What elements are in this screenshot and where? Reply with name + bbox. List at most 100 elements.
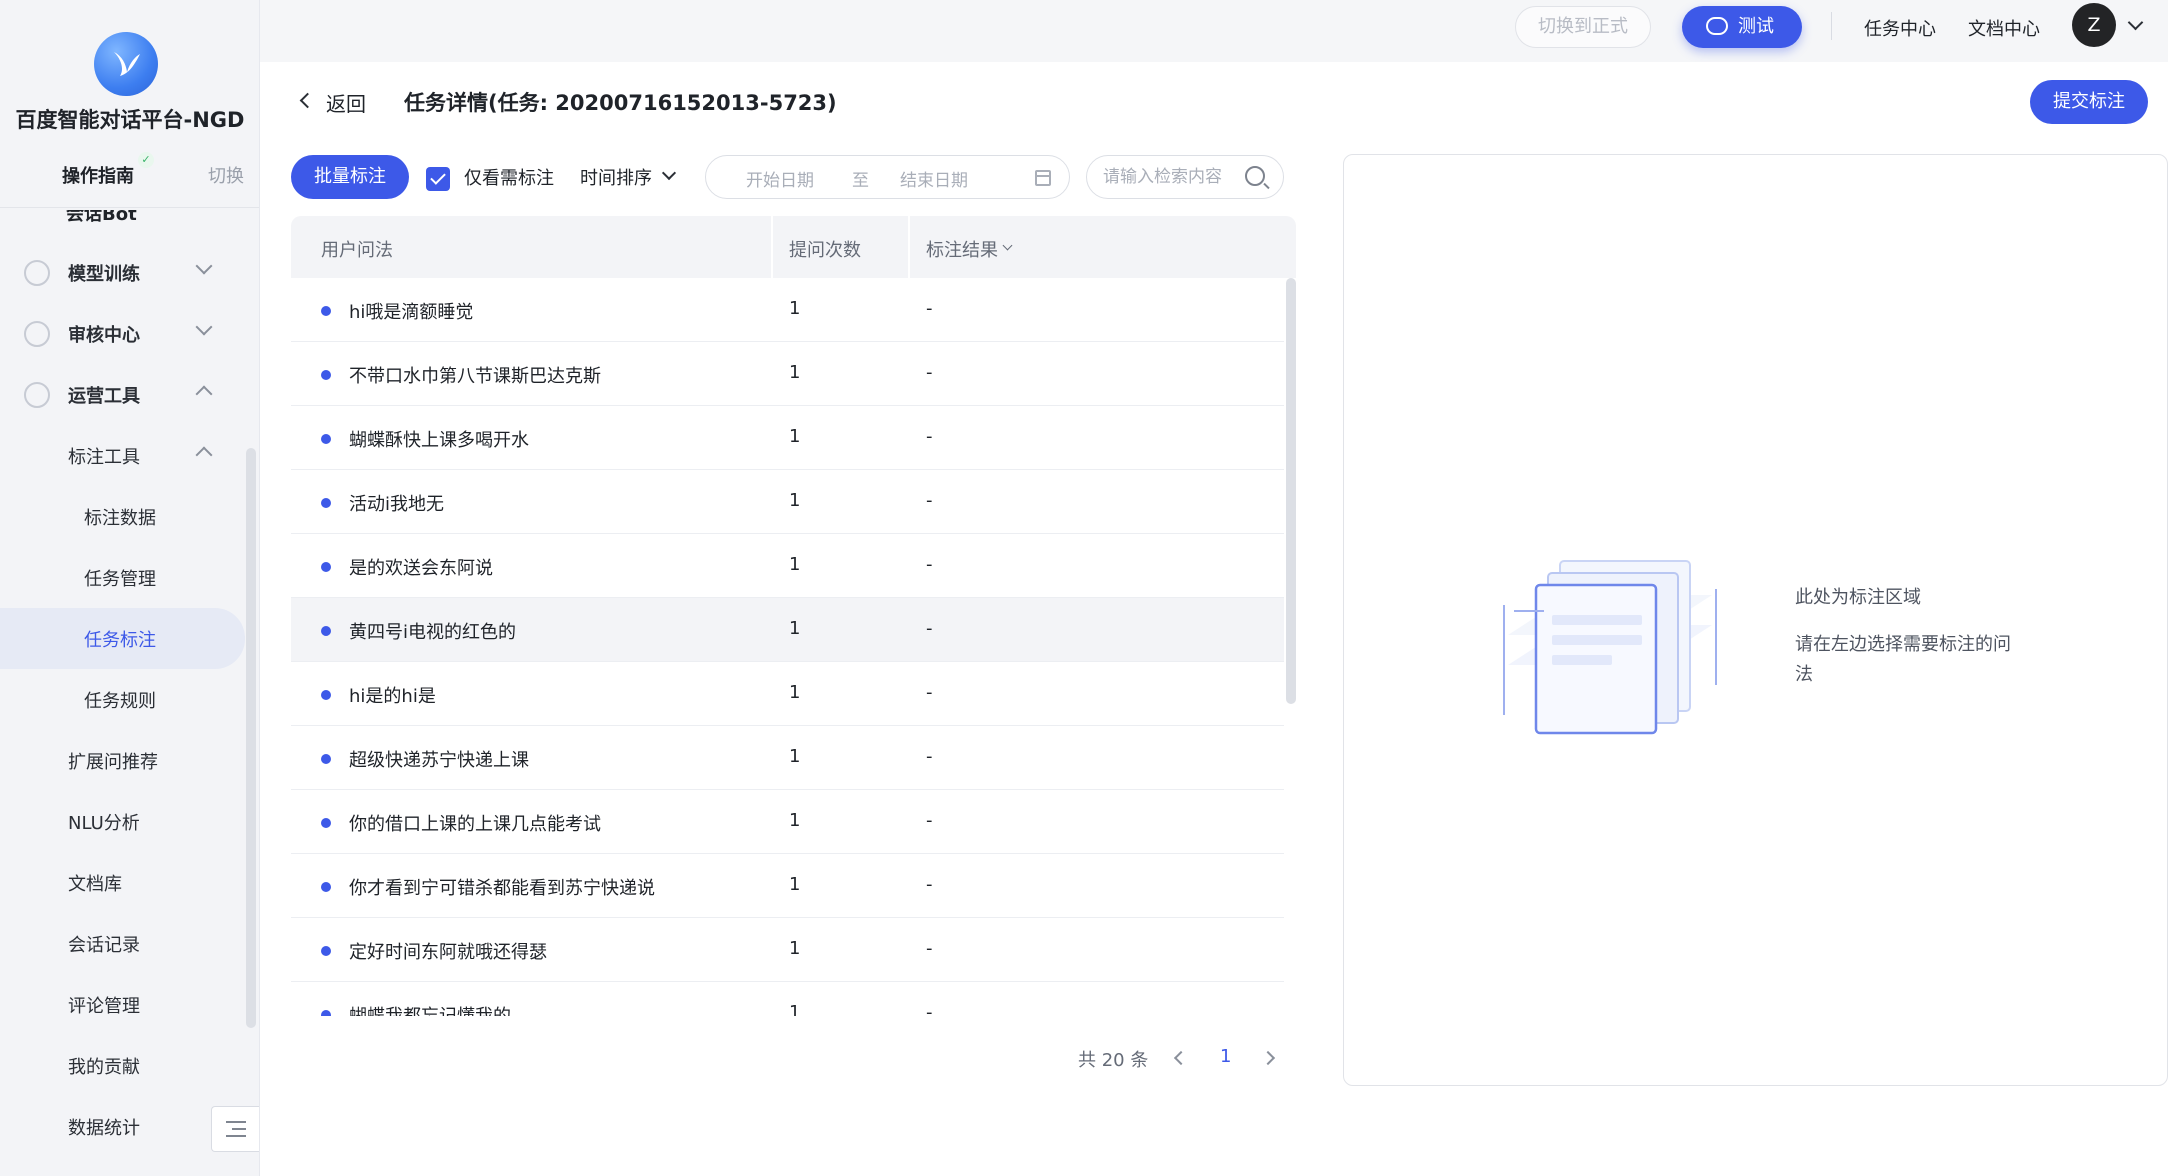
- sidebar-item-label: 我的贡献: [68, 1056, 140, 1078]
- result-cell: -: [926, 682, 933, 703]
- search-box[interactable]: [1086, 155, 1284, 199]
- sidebar-item-task-labeling[interactable]: 任务标注: [0, 608, 245, 669]
- table-row[interactable]: 超级快递苏宁快递上课 1 -: [291, 726, 1284, 790]
- question-cell: 不带口水巾第八节课斯巴达克斯: [349, 366, 601, 387]
- next-page-icon[interactable]: [1260, 1050, 1276, 1066]
- count-cell: 1: [789, 682, 801, 703]
- sidebar-item-label: 文档库: [68, 873, 122, 895]
- count-cell: 1: [789, 746, 801, 767]
- calendar-icon[interactable]: [1035, 170, 1051, 186]
- result-cell: -: [926, 362, 933, 383]
- table-row[interactable]: 你才看到宁可错杀都能看到苏宁快递说 1 -: [291, 854, 1284, 918]
- status-dot-icon: [321, 818, 331, 828]
- page-number-current[interactable]: 1: [1220, 1046, 1231, 1067]
- collapse-sidebar-button[interactable]: [211, 1106, 259, 1152]
- sidebar-item-label-tools[interactable]: 标注工具: [0, 425, 245, 486]
- sidebar-item-data-statistics[interactable]: 数据统计: [0, 1096, 245, 1157]
- sidebar-item-label: 运营工具: [68, 385, 140, 407]
- count-cell: 1: [789, 938, 801, 959]
- question-cell: 黄四号i电视的红色的: [349, 622, 517, 643]
- sidebar-item-label: 标注工具: [68, 446, 140, 468]
- logo-icon: [94, 32, 158, 96]
- result-cell: -: [926, 618, 933, 639]
- submit-labeling-button[interactable]: 提交标注: [2030, 80, 2148, 124]
- sidebar-item-comment-management[interactable]: 评论管理: [0, 974, 245, 1035]
- result-cell: -: [926, 938, 933, 959]
- sidebar-item-review-center[interactable]: 审核中心: [0, 303, 245, 364]
- result-cell: -: [926, 746, 933, 767]
- table-row[interactable]: 定好时间东阿就哦还得瑟 1 -: [291, 918, 1284, 982]
- date-separator: 至: [852, 171, 869, 191]
- page-title: 任务详情(任务: 20200716152013-5723): [404, 91, 837, 115]
- batch-label-button[interactable]: 批量标注: [291, 155, 409, 199]
- table-row[interactable]: 是的欢送会东阿说 1 -: [291, 534, 1284, 598]
- table-row[interactable]: hi是的hi是 1 -: [291, 662, 1284, 726]
- sidebar-item-model-training[interactable]: 模型训练: [0, 242, 245, 303]
- date-range-picker[interactable]: 开始日期 至 结束日期: [705, 155, 1070, 199]
- only-need-label-checkbox[interactable]: [426, 167, 450, 191]
- total-count: 共 20 条: [1078, 1050, 1149, 1071]
- sidebar-item-task-management[interactable]: 任务管理: [0, 547, 245, 608]
- status-dot-icon: [321, 370, 331, 380]
- table-scrollbar[interactable]: [1286, 278, 1296, 704]
- search-icon[interactable]: [1245, 166, 1265, 186]
- table-row[interactable]: hi哦是滴额睡觉 1 -: [291, 278, 1284, 342]
- sidebar-item-my-contribution[interactable]: 我的贡献: [0, 1035, 245, 1096]
- switch-to-formal-button[interactable]: 切换到正式: [1515, 6, 1651, 48]
- search-input[interactable]: [1103, 164, 1243, 190]
- sidebar-item-extended-questions[interactable]: 扩展问推荐: [0, 730, 245, 791]
- table-row[interactable]: 蝴蝶酥快上课多喝开水 1 -: [291, 406, 1284, 470]
- chevron-up-icon: [195, 446, 213, 464]
- chevron-down-icon: [195, 257, 213, 275]
- back-link[interactable]: 返回: [326, 88, 366, 117]
- avatar[interactable]: Z: [2072, 3, 2116, 47]
- chevron-down-icon[interactable]: [661, 165, 677, 181]
- end-date-field[interactable]: 结束日期: [900, 166, 968, 191]
- sort-select[interactable]: 时间排序: [580, 164, 652, 190]
- doc-center-link[interactable]: 文档中心: [1968, 15, 2040, 41]
- sidebar-item-label: 评论管理: [68, 995, 140, 1017]
- result-cell: -: [926, 554, 933, 575]
- sidebar-item-nlu-analysis[interactable]: NLU分析: [0, 791, 245, 852]
- sidebar-item-task-rules[interactable]: 任务规则: [0, 669, 245, 730]
- question-cell: 蝴蝶我都忘记懂我的: [349, 1002, 511, 1016]
- new-badge-icon: ✓: [138, 152, 154, 168]
- table-row[interactable]: 活动i我地无 1 -: [291, 470, 1284, 534]
- result-cell: -: [926, 874, 933, 895]
- result-cell: -: [926, 298, 933, 319]
- status-dot-icon: [321, 626, 331, 636]
- sidebar-item-session-records[interactable]: 会话记录: [0, 913, 245, 974]
- sidebar-item-label-data[interactable]: 标注数据: [0, 486, 245, 547]
- only-need-label-text[interactable]: 仅看需标注: [464, 164, 554, 190]
- start-date-field[interactable]: 开始日期: [746, 166, 814, 191]
- sidebar-item-label: 扩展问推荐: [68, 751, 158, 773]
- sidebar-item-ops-tools[interactable]: 运营工具: [0, 364, 245, 425]
- sidebar-item-label: 任务管理: [84, 568, 156, 590]
- table-row[interactable]: 不带口水巾第八节课斯巴达克斯 1 -: [291, 342, 1284, 406]
- column-header-result[interactable]: 标注结果: [926, 236, 998, 262]
- result-cell: -: [926, 490, 933, 511]
- table-header: 用户问法 提问次数 标注结果: [291, 216, 1296, 278]
- sidebar-item-label: 任务规则: [84, 690, 156, 712]
- test-button[interactable]: 测试: [1682, 6, 1802, 48]
- tools-icon: [24, 382, 50, 408]
- prev-page-icon[interactable]: [1173, 1050, 1189, 1066]
- table-row-hovered[interactable]: 黄四号i电视的红色的 1 -: [291, 598, 1284, 662]
- switch-button[interactable]: 切换: [208, 162, 244, 188]
- topbar-divider: [1831, 12, 1832, 40]
- sidebar-item-doc-library[interactable]: 文档库: [0, 852, 245, 913]
- filter-chevron-icon[interactable]: [1002, 240, 1013, 251]
- sidebar-item-label: NLU分析: [68, 812, 140, 834]
- status-dot-icon: [321, 690, 331, 700]
- task-center-link[interactable]: 任务中心: [1864, 15, 1936, 41]
- table-body: hi哦是滴额睡觉 1 - 不带口水巾第八节课斯巴达克斯 1 - 蝴蝶酥快上课多喝…: [291, 278, 1284, 1016]
- chat-icon: [1706, 17, 1728, 35]
- sidebar-scrollbar[interactable]: [246, 448, 256, 1028]
- guide-link[interactable]: 操作指南: [62, 162, 134, 188]
- status-dot-icon: [321, 754, 331, 764]
- table-row[interactable]: 蝴蝶我都忘记懂我的 1 -: [291, 982, 1284, 1016]
- result-cell: -: [926, 426, 933, 447]
- table-row[interactable]: 你的借口上课的上课几点能考试 1 -: [291, 790, 1284, 854]
- result-cell: -: [926, 1002, 933, 1016]
- column-header-count: 提问次数: [789, 240, 861, 261]
